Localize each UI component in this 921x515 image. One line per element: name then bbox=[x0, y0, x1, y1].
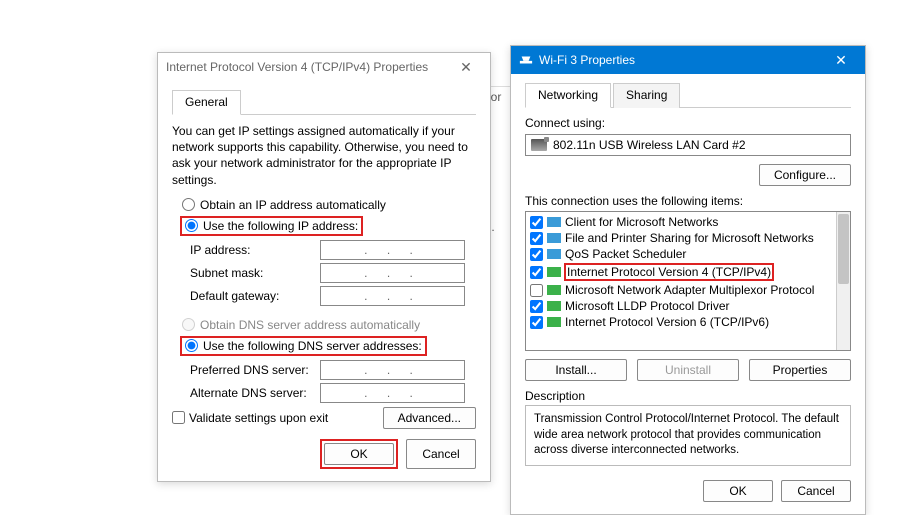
description-header: Description bbox=[525, 389, 851, 403]
item-label: File and Printer Sharing for Microsoft N… bbox=[565, 231, 814, 245]
validate-checkbox[interactable] bbox=[172, 411, 185, 424]
item-checkbox[interactable] bbox=[530, 316, 543, 329]
radio-label: Use the following IP address: bbox=[203, 219, 358, 233]
cancel-button[interactable]: Cancel bbox=[406, 439, 476, 469]
ok-button[interactable]: OK bbox=[703, 480, 773, 502]
ok-highlight: OK bbox=[320, 439, 398, 469]
info-text: You can get IP settings assigned automat… bbox=[172, 123, 476, 188]
item-checkbox[interactable] bbox=[530, 266, 543, 279]
connect-using-label: Connect using: bbox=[525, 116, 851, 130]
item-checkbox[interactable] bbox=[530, 284, 543, 297]
list-item[interactable]: File and Printer Sharing for Microsoft N… bbox=[528, 230, 848, 246]
list-item[interactable]: QoS Packet Scheduler bbox=[528, 246, 848, 262]
items-label: This connection uses the following items… bbox=[525, 194, 851, 208]
tab-bar: Networking Sharing bbox=[525, 82, 851, 108]
protocol-icon bbox=[547, 249, 561, 259]
ok-button[interactable]: OK bbox=[324, 443, 394, 465]
protocol-icon bbox=[547, 217, 561, 227]
radio-input bbox=[182, 318, 195, 331]
subnet-input[interactable]: . . . bbox=[320, 263, 465, 283]
item-checkbox[interactable] bbox=[530, 248, 543, 261]
protocol-icon bbox=[547, 267, 561, 277]
radio-use-static-dns[interactable]: Use the following DNS server addresses: bbox=[180, 336, 476, 356]
close-icon[interactable]: ✕ bbox=[450, 59, 482, 76]
tab-sharing[interactable]: Sharing bbox=[613, 83, 680, 108]
scrollbar-thumb[interactable] bbox=[838, 214, 849, 284]
adapter-icon bbox=[531, 139, 547, 151]
description-text: Transmission Control Protocol/Internet P… bbox=[525, 405, 851, 466]
titlebar: Wi-Fi 3 Properties ✕ bbox=[511, 46, 865, 74]
item-label: Client for Microsoft Networks bbox=[565, 215, 718, 229]
install-button[interactable]: Install... bbox=[525, 359, 627, 381]
list-item[interactable]: Microsoft Network Adapter Multiplexor Pr… bbox=[528, 282, 848, 298]
item-label: QoS Packet Scheduler bbox=[565, 247, 686, 261]
radio-input[interactable] bbox=[185, 339, 198, 352]
cancel-button[interactable]: Cancel bbox=[781, 480, 851, 502]
ipv4-properties-dialog: Internet Protocol Version 4 (TCP/IPv4) P… bbox=[157, 52, 491, 482]
item-label: Microsoft Network Adapter Multiplexor Pr… bbox=[565, 283, 814, 297]
item-checkbox[interactable] bbox=[530, 216, 543, 229]
list-item[interactable]: Client for Microsoft Networks bbox=[528, 214, 848, 230]
configure-button[interactable]: Configure... bbox=[759, 164, 851, 186]
preferred-dns-label: Preferred DNS server: bbox=[190, 363, 320, 377]
alternate-dns-input[interactable]: . . . bbox=[320, 383, 465, 403]
protocol-icon bbox=[547, 285, 561, 295]
items-listbox[interactable]: Client for Microsoft Networks File and Pr… bbox=[525, 211, 851, 351]
item-label: Internet Protocol Version 4 (TCP/IPv4) bbox=[564, 263, 774, 281]
scrollbar[interactable] bbox=[836, 212, 850, 350]
wifi-properties-dialog: Wi-Fi 3 Properties ✕ Networking Sharing … bbox=[510, 45, 866, 515]
dialog-title: Internet Protocol Version 4 (TCP/IPv4) P… bbox=[166, 60, 428, 74]
adapter-name: 802.11n USB Wireless LAN Card #2 bbox=[553, 138, 746, 152]
radio-obtain-dns-auto: Obtain DNS server address automatically bbox=[182, 318, 476, 332]
item-label: Microsoft LLDP Protocol Driver bbox=[565, 299, 730, 313]
ip-address-label: IP address: bbox=[190, 243, 320, 257]
properties-button[interactable]: Properties bbox=[749, 359, 851, 381]
gateway-label: Default gateway: bbox=[190, 289, 320, 303]
radio-label: Use the following DNS server addresses: bbox=[203, 339, 422, 353]
tab-general[interactable]: General bbox=[172, 90, 241, 115]
dialog-title: Wi-Fi 3 Properties bbox=[539, 53, 635, 67]
network-icon bbox=[519, 53, 533, 67]
ip-address-input[interactable]: . . . bbox=[320, 240, 465, 260]
subnet-label: Subnet mask: bbox=[190, 266, 320, 280]
alternate-dns-label: Alternate DNS server: bbox=[190, 386, 320, 400]
protocol-icon bbox=[547, 301, 561, 311]
list-item[interactable]: Internet Protocol Version 6 (TCP/IPv6) bbox=[528, 314, 848, 330]
preferred-dns-input[interactable]: . . . bbox=[320, 360, 465, 380]
close-icon[interactable]: ✕ bbox=[825, 52, 857, 69]
tab-bar: General bbox=[172, 89, 476, 115]
titlebar: Internet Protocol Version 4 (TCP/IPv4) P… bbox=[158, 53, 490, 81]
uninstall-button: Uninstall bbox=[637, 359, 739, 381]
advanced-button[interactable]: Advanced... bbox=[383, 407, 476, 429]
item-checkbox[interactable] bbox=[530, 232, 543, 245]
item-checkbox[interactable] bbox=[530, 300, 543, 313]
radio-use-static-ip[interactable]: Use the following IP address: bbox=[180, 216, 476, 236]
list-item[interactable]: Microsoft LLDP Protocol Driver bbox=[528, 298, 848, 314]
radio-label: Obtain an IP address automatically bbox=[200, 198, 386, 212]
radio-label: Obtain DNS server address automatically bbox=[200, 318, 420, 332]
radio-input[interactable] bbox=[182, 198, 195, 211]
list-item[interactable]: Internet Protocol Version 4 (TCP/IPv4) bbox=[528, 262, 848, 282]
radio-obtain-ip-auto[interactable]: Obtain an IP address automatically bbox=[182, 198, 476, 212]
validate-label: Validate settings upon exit bbox=[189, 411, 328, 425]
protocol-icon bbox=[547, 317, 561, 327]
protocol-icon bbox=[547, 233, 561, 243]
tab-networking[interactable]: Networking bbox=[525, 83, 611, 108]
gateway-input[interactable]: . . . bbox=[320, 286, 465, 306]
radio-input[interactable] bbox=[185, 219, 198, 232]
item-label: Internet Protocol Version 6 (TCP/IPv6) bbox=[565, 315, 769, 329]
